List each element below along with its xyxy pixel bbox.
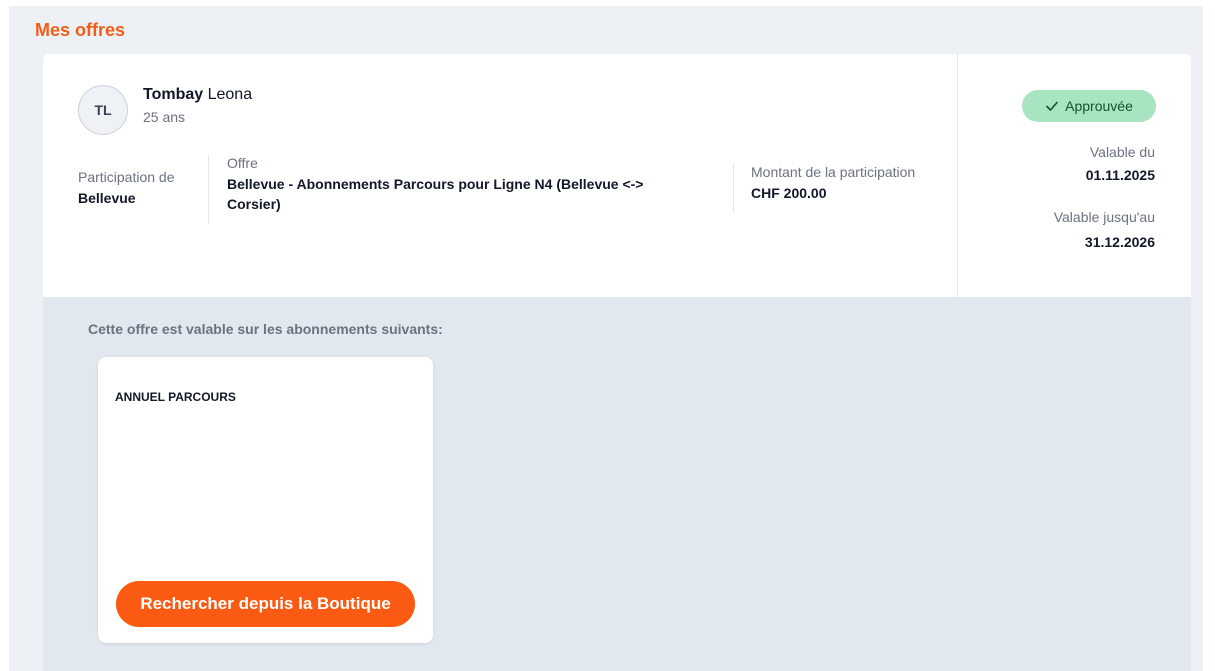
offer-label: Offre [227,155,258,171]
offer-value: Bellevue - Abonnements Parcours pour Lig… [227,176,644,212]
subscriptions-caption: Cette offre est valable sur les abonneme… [88,321,443,337]
participation-column: Participation de Bellevue [78,168,175,208]
person-name: Tombay Leona [143,86,252,104]
offer-header: TL Tombay Leona 25 ans Participation de … [43,54,1191,297]
avatar: TL [78,85,128,135]
status-badge: Approuvée [1022,90,1156,122]
participation-label: Participation de [78,169,175,185]
person-first-name: Leona [207,86,253,103]
valid-from-date: 01.11.2025 [1085,167,1155,183]
valid-until-label: Valable jusqu'au [1053,209,1155,225]
section-title: Mes offres [35,20,126,40]
person-last-name: Tombay [143,86,204,103]
valid-until-date: 31.12.2026 [1084,234,1155,250]
search-shop-button[interactable]: Rechercher depuis la Boutique [116,581,415,627]
subscription-card: ANNUEL PARCOURS Rechercher depuis la Bou… [98,357,433,643]
offer-details: TL Tombay Leona 25 ans Participation de … [43,54,957,297]
check-icon [1045,99,1059,113]
amount-column: Montant de la participation CHF 200.00 [733,163,915,213]
amount-value: CHF 200.00 [751,185,827,201]
offer-status-panel: Approuvée Valable du 01.11.2025 Valable … [957,54,1191,297]
offer-card: TL Tombay Leona 25 ans Participation de … [43,54,1191,671]
offers-panel: Mes offres TL Tombay Leona 25 ans Partic… [9,6,1203,671]
valid-from-label: Valable du [1089,144,1155,160]
person-age: 25 ans [143,109,186,125]
offer-column: Offre Bellevue - Abonnements Parcours po… [208,154,733,224]
amount-label: Montant de la participation [751,164,916,180]
subscription-title: ANNUEL PARCOURS [115,390,236,404]
participation-value: Bellevue [78,190,136,206]
status-badge-label: Approuvée [1065,98,1133,114]
